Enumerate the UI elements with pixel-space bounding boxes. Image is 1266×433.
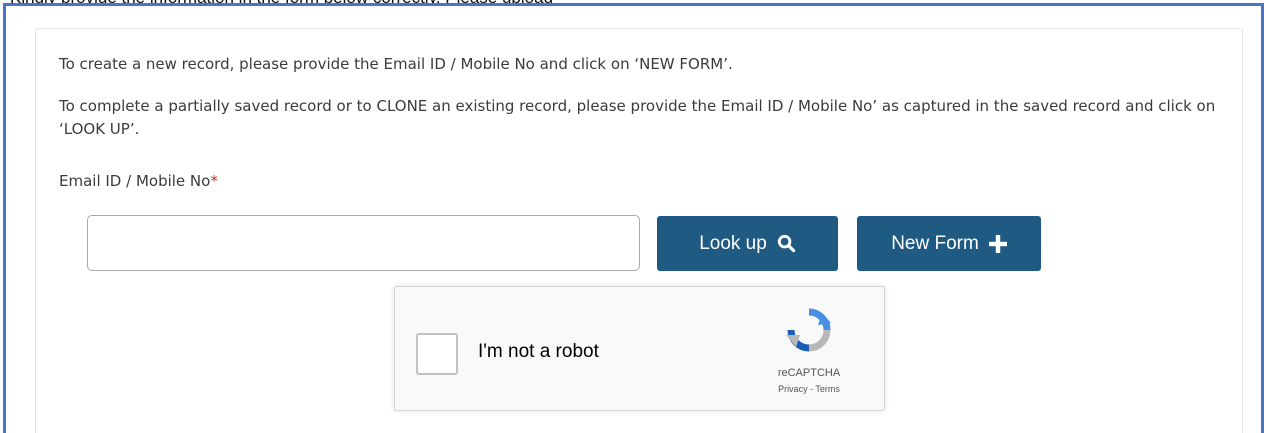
instruction-partial-record: To complete a partially saved record or … <box>59 97 1216 138</box>
search-icon <box>777 234 796 253</box>
privacy-link[interactable]: Privacy <box>778 384 808 394</box>
form-panel: To create a new record, please provide t… <box>35 28 1243 433</box>
lookup-button[interactable]: Look up <box>657 216 838 271</box>
recaptcha-logo-icon <box>786 308 831 352</box>
plus-icon <box>988 234 1007 253</box>
page-frame: To create a new record, please provide t… <box>3 3 1264 433</box>
recaptcha-widget: I'm not a robot reCAPTCHA Privacy - Term… <box>394 286 885 411</box>
recaptcha-links: Privacy - Terms <box>753 384 865 394</box>
instruction-new-record: To create a new record, please provide t… <box>59 55 733 73</box>
terms-link[interactable]: Terms <box>815 384 840 394</box>
email-mobile-input[interactable] <box>87 215 640 271</box>
email-mobile-label-text: Email ID / Mobile No <box>59 172 211 190</box>
recaptcha-brand: reCAPTCHA <box>777 367 841 379</box>
recaptcha-checkbox[interactable] <box>416 333 458 375</box>
recaptcha-label: I'm not a robot <box>478 341 599 362</box>
lookup-button-label: Look up <box>699 232 767 254</box>
email-mobile-label: Email ID / Mobile No* <box>59 172 218 190</box>
new-form-button[interactable]: New Form <box>857 216 1041 271</box>
new-form-button-label: New Form <box>891 232 979 254</box>
required-marker: * <box>210 172 218 190</box>
